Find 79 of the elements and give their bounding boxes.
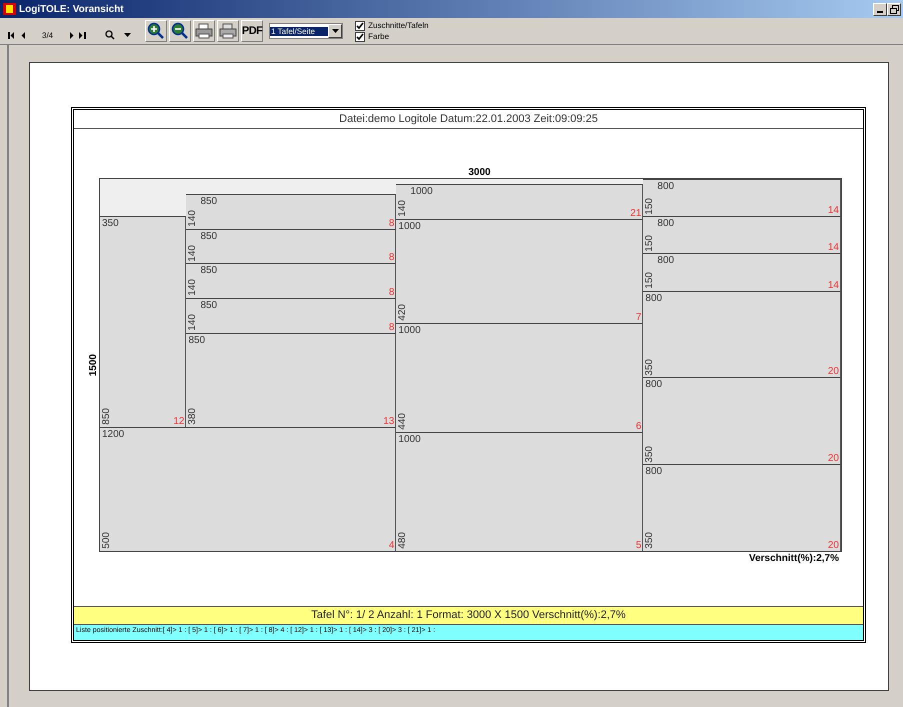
piece-number: 20 (828, 366, 839, 378)
piece-width: 1000 (410, 186, 433, 197)
piece-height: 150 (644, 272, 656, 289)
piece-width: 1000 (398, 324, 421, 336)
piece-number: 4 (388, 540, 394, 551)
piece-height: 140 (187, 279, 198, 296)
piece-number: 21 (630, 208, 642, 219)
piece-width: 800 (657, 255, 674, 266)
caret-icon (332, 29, 339, 33)
piece-height: 350 (644, 358, 656, 376)
checkbox[interactable] (355, 20, 366, 30)
window-title: LogiTOLE: Voransicht (19, 4, 124, 14)
piece-height: 350 (644, 446, 656, 462)
zoom-out-button[interactable] (169, 20, 192, 42)
caret-icon (124, 33, 132, 37)
piece-number: 20 (828, 540, 839, 551)
piece-width: 800 (657, 181, 674, 192)
piece-height: 480 (397, 532, 408, 549)
piece-height: 500 (101, 532, 112, 549)
piece-number: 7 (636, 312, 642, 323)
piece-number: 14 (828, 205, 839, 216)
next-page-icon (69, 32, 74, 38)
printer-icon[interactable] (217, 20, 240, 42)
piece-width: 1200 (102, 429, 124, 440)
piece-width: 800 (645, 292, 662, 304)
piece-width: 850 (200, 230, 218, 242)
sheet-width-label: 3000 (467, 167, 492, 178)
piece-width: 850 (200, 265, 218, 276)
page-indicator: 3/4 (42, 30, 54, 40)
piece-number: 6 (636, 420, 642, 432)
piece-height: 150 (644, 234, 656, 252)
piece-width: 850 (200, 196, 218, 207)
search-icon (105, 30, 116, 40)
layout-dropdown[interactable]: 1 Tafel/Seite (269, 23, 344, 39)
piece-height: 850 (101, 408, 112, 425)
piece-height: 440 (397, 413, 408, 430)
piece-number: 12 (173, 416, 184, 427)
last-page-icon (78, 32, 88, 38)
restore-button[interactable] (887, 2, 901, 16)
piece-width: 800 (645, 466, 662, 478)
checkbox-label: Farbe (368, 32, 390, 41)
previous-page-icon (21, 32, 26, 38)
piece-number: 8 (388, 218, 394, 229)
piece-height: 380 (187, 408, 198, 425)
piece-number: 8 (388, 322, 394, 333)
piece-number: 14 (828, 280, 839, 291)
waste-percentage: Verschnitt(%):2,7% (748, 553, 839, 564)
zoom-in-button[interactable] (145, 20, 168, 42)
checkbox[interactable] (355, 32, 366, 42)
piece-width: 350 (102, 218, 119, 230)
piece-number: 20 (828, 453, 839, 464)
piece-height: 420 (397, 304, 408, 321)
app-icon (3, 3, 16, 15)
first-page-icon (8, 32, 17, 38)
piece-width: 800 (657, 218, 674, 230)
piece-height: 140 (397, 200, 408, 217)
piece-height: 350 (644, 532, 656, 549)
piece-height: 140 (187, 244, 198, 262)
pdf-button[interactable]: PDF (241, 20, 264, 42)
piece-number: 8 (388, 287, 394, 298)
piece-width: 850 (200, 300, 218, 312)
piece-number: 8 (388, 252, 394, 264)
piece-height: 140 (187, 210, 198, 227)
piece-width: 1000 (398, 220, 421, 232)
minimize-button[interactable] (873, 2, 887, 16)
piece-number: 13 (383, 416, 394, 427)
piece-number: 14 (828, 242, 839, 254)
printer-icon[interactable] (193, 20, 216, 42)
sheet-height-label: 1500 (88, 354, 99, 376)
piece-width: 850 (188, 334, 206, 346)
piece-number: 5 (636, 540, 642, 551)
restore-icon (890, 4, 898, 14)
piece-width: 1000 (398, 434, 421, 445)
piece-height: 140 (187, 314, 198, 331)
checkbox-label: Zuschnitte/Tafeln (368, 21, 429, 30)
summary-bar: Tafel N°: 1/ 2 Anzahl: 1 Format: 3000 X 1500 Verschnitt(%):2,7% (74, 606, 863, 624)
report-header: Datei:demo Logitole Datum:22.01.2003 Zeit:09:09:25 (74, 110, 863, 129)
piece-width: 800 (645, 379, 662, 390)
piece-height: 150 (644, 198, 656, 214)
